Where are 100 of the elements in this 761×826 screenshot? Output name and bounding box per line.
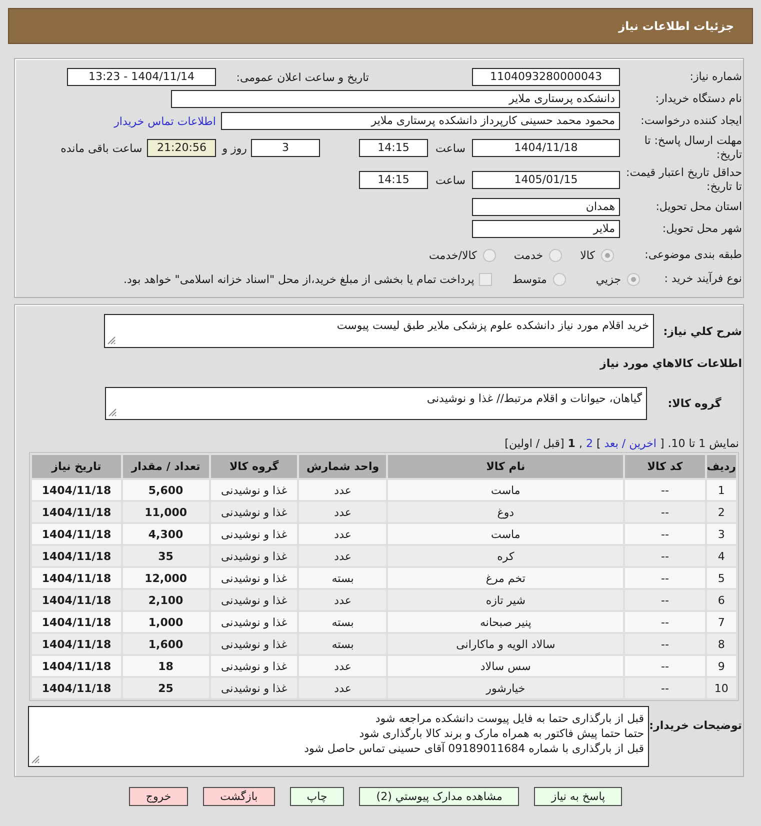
- column-header: تعداد / مقدار: [122, 455, 209, 478]
- table-cell: 11,000: [122, 502, 209, 522]
- page-title: جزئیات اطلاعات نیاز: [618, 19, 734, 33]
- province-field[interactable]: همدان: [472, 198, 620, 216]
- table-cell: 1404/11/18: [32, 590, 121, 610]
- time-label: ساعت: [434, 174, 466, 186]
- column-header: ردیف: [706, 455, 736, 478]
- table-cell: غذا و نوشیدنی: [210, 502, 298, 522]
- validity-date-field[interactable]: 1405/01/15: [472, 171, 620, 189]
- section-title: اطلاعات کالاهاي مورد نياز: [598, 357, 742, 371]
- action-button[interactable]: بازگشت: [203, 787, 275, 806]
- deadline-date-field[interactable]: 1404/11/18: [472, 139, 620, 157]
- pagination-link[interactable]: 2: [586, 437, 593, 450]
- pagination-link[interactable]: اخرین / بعد: [604, 437, 656, 450]
- field-label: تاریخ و ساعت اعلان عمومی:: [235, 70, 369, 84]
- table-cell: --: [625, 568, 705, 588]
- resize-grip-icon[interactable]: [108, 408, 117, 417]
- action-button[interactable]: مشاهده مدارک پیوستي (2): [359, 787, 520, 806]
- column-header: تاریخ نیاز: [32, 455, 121, 478]
- field-label: نام دستگاه خریدار:: [654, 92, 742, 106]
- description-field[interactable]: خرید اقلام مورد نیاز دانشکده علوم پزشکی ملایر طبق لیست پیوست: [104, 314, 654, 348]
- table-cell: دوغ: [388, 502, 624, 522]
- table-cell: ماست: [388, 524, 624, 544]
- resize-grip-icon[interactable]: [31, 755, 40, 764]
- table-cell: 5,600: [122, 480, 209, 500]
- action-button[interactable]: پاسخ به نیاز: [534, 787, 622, 806]
- deadline-time-field[interactable]: 14:15: [359, 139, 428, 157]
- time-left-field[interactable]: 21:20:56: [147, 139, 216, 157]
- table-cell: 1,000: [122, 612, 209, 632]
- table-cell: غذا و نوشیدنی: [210, 590, 298, 610]
- announcement-date-field[interactable]: 1404/11/14 - 13:23: [67, 68, 216, 86]
- table-cell: 1404/11/18: [32, 656, 121, 676]
- need-number-field[interactable]: 1104093280000043: [472, 68, 620, 86]
- buyer-notes-field[interactable]: قبل از بارگذاری حتما به فایل پیوست دانشکده مراجعه شود حتما حتما پیش فاکتور به همراه مارک و برند کالا بارگذاری شود قبل از بارگذاری با شماره 09189011684 آقای حسینی تماس حاصل شود: [28, 706, 649, 767]
- table-cell: پنیر صبحانه: [388, 612, 624, 632]
- field-label: شرح کلي نياز:: [662, 324, 742, 338]
- table-cell: غذا و نوشیدنی: [210, 656, 298, 676]
- row-number: 3: [706, 524, 736, 544]
- table-cell: 1404/11/18: [32, 502, 121, 522]
- table-cell: ماست: [388, 480, 624, 500]
- radio-label: جزيي: [596, 272, 621, 286]
- checkbox-label: پرداخت تمام یا بخشی از مبلغ خرید،از محل "اسناد خزانه اسلامی" خواهد بود.: [124, 272, 474, 286]
- action-button[interactable]: چاپ: [290, 787, 344, 806]
- table-cell: 2,100: [122, 590, 209, 610]
- table-cell: عدد: [299, 678, 386, 698]
- table-cell: --: [625, 634, 705, 654]
- table-cell: عدد: [299, 524, 386, 544]
- resize-grip-icon[interactable]: [107, 336, 116, 345]
- field-label: شماره نیاز:: [688, 70, 742, 84]
- table-cell: غذا و نوشیدنی: [210, 612, 298, 632]
- table-cell: --: [625, 612, 705, 632]
- table-cell: کره: [388, 546, 624, 566]
- validity-time-field[interactable]: 14:15: [359, 171, 428, 189]
- table-cell: --: [625, 590, 705, 610]
- time-left-label: ساعت باقی مانده: [60, 142, 142, 154]
- buyer-contact-link[interactable]: اطلاعات تماس خریدار: [114, 114, 216, 128]
- table-cell: 1404/11/18: [32, 524, 121, 544]
- table-cell: --: [625, 656, 705, 676]
- row-number: 10: [706, 678, 736, 698]
- table-cell: 25: [122, 678, 209, 698]
- buyer-org-field[interactable]: دانشکده پرستاری ملایر: [171, 90, 620, 108]
- row-number: 7: [706, 612, 736, 632]
- row-number: 6: [706, 590, 736, 610]
- table-cell: --: [625, 502, 705, 522]
- radio-label: کالا: [580, 248, 595, 262]
- time-label: ساعت: [434, 142, 466, 154]
- field-label: حداقل تاریخ اعتبار قیمت: تا تاریخ:: [625, 166, 742, 194]
- column-header: کد کالا: [625, 455, 705, 478]
- city-field[interactable]: ملایر: [472, 220, 620, 238]
- row-number: 1: [706, 480, 736, 500]
- radio-label: متوسط: [512, 272, 547, 286]
- table-cell: 1404/11/18: [32, 634, 121, 654]
- table-cell: 1404/11/18: [32, 480, 121, 500]
- column-header: واحد شمارش: [299, 455, 386, 478]
- table-cell: --: [625, 480, 705, 500]
- field-label: مهلت ارسال پاسخ: تا تاریخ:: [643, 134, 742, 162]
- column-header: گروه کالا: [210, 455, 298, 478]
- table-cell: بسته: [299, 612, 386, 632]
- days-label: روز و: [222, 142, 247, 154]
- requester-field[interactable]: محمود محمد حسینی کارپرداز دانشکده پرستاری ملایر: [221, 112, 620, 130]
- field-label: گروه کالا:: [666, 397, 722, 410]
- field-label: نوع فرآیند خرید :: [663, 272, 742, 286]
- table-cell: سس سالاد: [388, 656, 624, 676]
- table-cell: عدد: [299, 656, 386, 676]
- row-number: 4: [706, 546, 736, 566]
- table-cell: غذا و نوشیدنی: [210, 634, 298, 654]
- radio-label: کالا/خدمت: [429, 248, 477, 262]
- field-label: استان محل تحویل:: [654, 200, 742, 214]
- table-cell: عدد: [299, 480, 386, 500]
- radio-label: خدمت: [514, 248, 544, 262]
- action-button[interactable]: خروج: [128, 787, 188, 806]
- row-number: 9: [706, 656, 736, 676]
- table-cell: غذا و نوشیدنی: [210, 524, 298, 544]
- field-label: شهر محل تحویل:: [661, 222, 742, 236]
- goods-group-field[interactable]: گیاهان، حیوانات و اقلام مرتبط// غذا و نوشیدنی: [105, 387, 647, 420]
- table-cell: سالاد الویه و ماکارانی: [388, 634, 624, 654]
- row-number: 5: [706, 568, 736, 588]
- field-label: توضیحات خریدار:: [649, 718, 742, 733]
- days-left-field[interactable]: 3: [251, 139, 320, 157]
- column-header: نام کالا: [388, 455, 624, 478]
